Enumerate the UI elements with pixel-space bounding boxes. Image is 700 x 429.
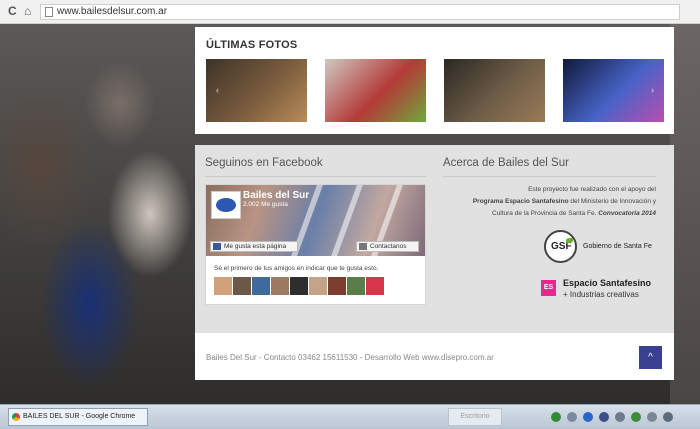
facebook-cover-photo: Bailes del Sur 2.002 Me gusta Me gusta e… xyxy=(206,185,425,256)
divider xyxy=(205,176,426,177)
facebook-likes-count: 2.002 Me gusta xyxy=(243,201,288,208)
friend-avatar[interactable] xyxy=(290,277,308,295)
contact-button[interactable]: Contactanos xyxy=(356,241,419,252)
about-line-3-text: Cultura de la Provincia de Santa Fe. xyxy=(491,210,599,217)
convocatoria-text: Convocatoria 2014 xyxy=(598,210,656,217)
facebook-page-name[interactable]: Bailes del Sur xyxy=(243,190,309,201)
mail-icon xyxy=(359,243,367,250)
tray-icon[interactable] xyxy=(551,412,561,422)
friend-avatar[interactable] xyxy=(347,277,365,295)
home-icon[interactable]: ⌂ xyxy=(24,4,31,18)
tray-icon[interactable] xyxy=(647,412,657,422)
tray-icon[interactable] xyxy=(583,412,593,422)
windows-taskbar: BAILES DEL SUR - Google Chrome Escritori… xyxy=(0,404,700,429)
contact-label: Contactanos xyxy=(370,243,407,250)
about-line-3: Cultura de la Provincia de Santa Fe. Con… xyxy=(434,208,656,220)
facebook-heading: Seguinos en Facebook xyxy=(205,157,323,169)
prev-arrow-icon[interactable]: ‹ xyxy=(216,85,219,95)
photo-thumbnail[interactable] xyxy=(444,59,545,122)
photo-thumbnail[interactable] xyxy=(325,59,426,122)
leaf-icon xyxy=(566,238,573,243)
next-arrow-icon[interactable]: › xyxy=(651,85,654,95)
friend-avatar[interactable] xyxy=(214,277,232,295)
like-page-button[interactable]: Me gusta esta página xyxy=(210,241,298,252)
gsf-logo: GSF xyxy=(544,230,577,263)
program-name: Programa Espacio Santafesino xyxy=(472,198,569,205)
taskbar-chrome-window[interactable]: BAILES DEL SUR - Google Chrome xyxy=(8,408,148,426)
background-photo-edge xyxy=(670,24,700,404)
photo-thumbnail[interactable]: › xyxy=(563,59,664,122)
friends-like-text: Sé el primero de tus amigos en indicar q… xyxy=(214,265,379,272)
bailes-logo-icon xyxy=(211,191,241,219)
photo-thumbnail[interactable]: ‹ xyxy=(206,59,307,122)
chevron-up-icon: ^ xyxy=(648,352,653,363)
espacio-santafesino-logo: ES xyxy=(541,280,556,296)
industrias-creativas-label: + Industrias creativas xyxy=(563,290,639,299)
info-section: Seguinos en Facebook Acerca de Bailes de… xyxy=(195,145,674,333)
espacio-santafesino-label: Espacio Santafesino xyxy=(563,278,652,288)
tray-icon[interactable] xyxy=(599,412,609,422)
facebook-icon xyxy=(213,243,221,250)
divider xyxy=(443,176,656,177)
friend-avatar[interactable] xyxy=(328,277,346,295)
latest-photos-section: ÚLTIMAS FOTOS ‹ › xyxy=(195,27,674,134)
gobierno-santa-fe-label: Gobierno de Santa Fe xyxy=(583,243,652,250)
tray-icon[interactable] xyxy=(567,412,577,422)
address-bar[interactable]: www.bailesdelsur.com.ar xyxy=(40,4,680,20)
scroll-top-button[interactable]: ^ xyxy=(639,346,662,369)
footer-text: Bailes Del Sur - Contacto 03462 15611530… xyxy=(206,353,494,362)
desktop-button[interactable]: Escritorio xyxy=(448,408,502,426)
friend-avatar[interactable] xyxy=(309,277,327,295)
site-footer: Bailes Del Sur - Contacto 03462 15611530… xyxy=(195,333,674,380)
page-icon xyxy=(45,7,53,17)
about-text: Este proyecto fue realizado con el apoyo… xyxy=(434,184,656,220)
tray-icon[interactable] xyxy=(631,412,641,422)
tray-icon[interactable] xyxy=(663,412,673,422)
about-line-2-rest: del Ministerio de Innovación y xyxy=(568,198,656,205)
friend-avatar[interactable] xyxy=(271,277,289,295)
reload-icon[interactable]: C xyxy=(8,4,17,18)
about-line-1: Este proyecto fue realizado con el apoyo… xyxy=(528,186,656,193)
browser-toolbar: C ⌂ www.bailesdelsur.com.ar xyxy=(0,0,700,24)
about-heading: Acerca de Bailes del Sur xyxy=(443,157,569,169)
friend-avatar[interactable] xyxy=(252,277,270,295)
facebook-widget: Bailes del Sur 2.002 Me gusta Me gusta e… xyxy=(205,184,426,305)
friend-avatar[interactable] xyxy=(233,277,251,295)
friend-avatar[interactable] xyxy=(366,277,384,295)
url-text: www.bailesdelsur.com.ar xyxy=(57,6,168,17)
latest-photos-title: ÚLTIMAS FOTOS xyxy=(206,39,298,51)
tray-icon[interactable] xyxy=(615,412,625,422)
about-line-2: Programa Espacio Santafesino del Ministe… xyxy=(434,196,656,208)
chrome-icon xyxy=(12,413,20,421)
taskbar-window-label: BAILES DEL SUR - Google Chrome xyxy=(23,413,136,420)
like-page-label: Me gusta esta página xyxy=(224,243,287,250)
